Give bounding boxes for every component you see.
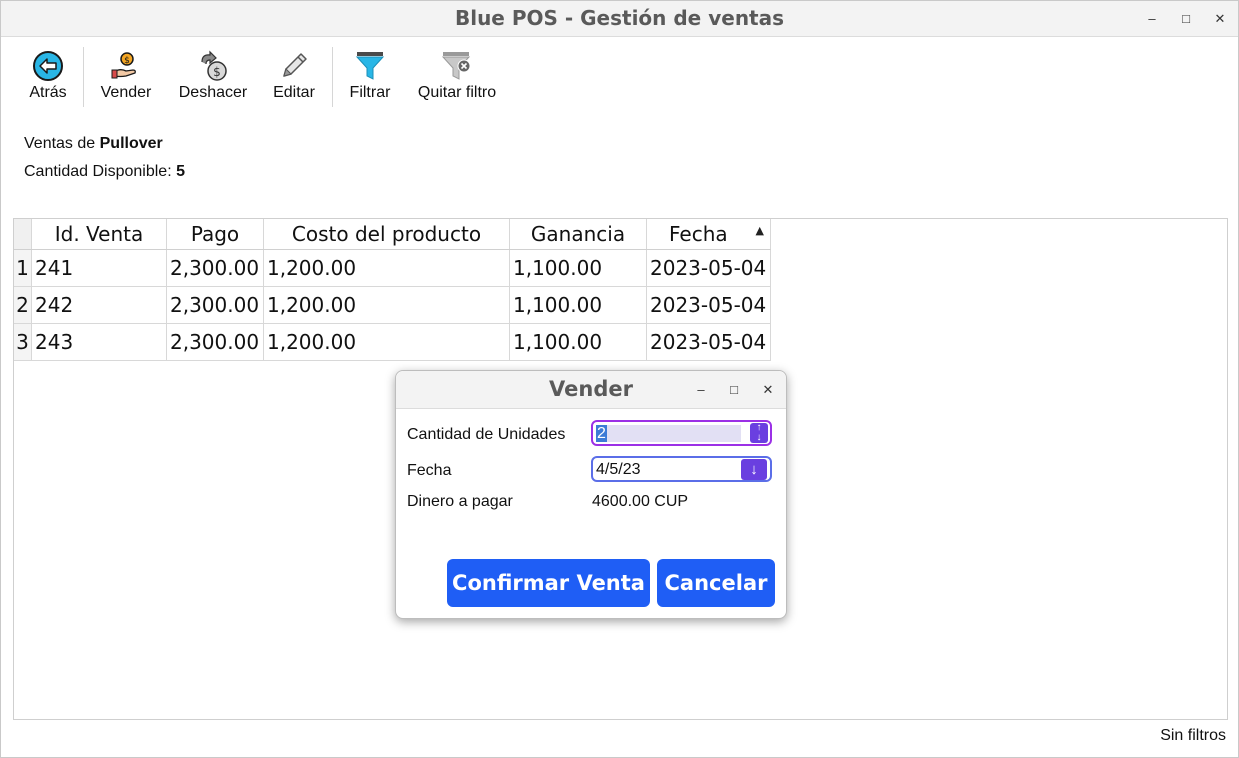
toolbar-separator [83, 47, 84, 107]
edit-button[interactable]: Editar [269, 49, 319, 102]
available-line: Cantidad Disponible: 5 [24, 163, 185, 181]
back-button[interactable]: Atrás [23, 49, 73, 102]
row-number[interactable]: 3 [14, 323, 32, 361]
column-header-cost[interactable]: Costo del producto [263, 219, 510, 250]
table-row[interactable]: 1 241 2,300.00 1,200.00 1,100.00 2023-05… [14, 249, 771, 287]
sell-button[interactable]: $ Vender [96, 49, 156, 102]
confirm-sale-button[interactable]: Confirmar Venta [447, 559, 650, 607]
available-label: Cantidad Disponible: [24, 163, 177, 180]
sort-ascending-icon: ▲ [755, 224, 764, 237]
clear-filter-label: Quitar filtro [417, 84, 497, 101]
column-header-payment[interactable]: Pago [166, 219, 264, 250]
cell-profit[interactable]: 1,100.00 [509, 249, 647, 287]
filter-button[interactable]: Filtrar [345, 49, 395, 102]
amount-due-value: 4600.00 CUP [592, 493, 689, 510]
cancel-button[interactable]: Cancelar [657, 559, 775, 607]
units-label: Cantidad de Unidades [407, 426, 566, 443]
units-spinbox[interactable]: 2 ↑ ↓ [591, 420, 772, 446]
table-corner[interactable] [14, 219, 32, 250]
row-number[interactable]: 2 [14, 286, 32, 324]
dialog-close-button[interactable]: ✕ [758, 380, 778, 400]
minimize-button[interactable]: – [1142, 9, 1162, 29]
cell-date[interactable]: 2023-05-04 [646, 323, 771, 361]
funnel-clear-icon [412, 49, 502, 83]
date-dropdown-arrow-icon[interactable]: ↓ [741, 459, 767, 480]
sell-dialog: Vender – □ ✕ Cantidad de Unidades 2 ↑ ↓ F… [395, 370, 787, 619]
cell-date[interactable]: 2023-05-04 [646, 249, 771, 287]
column-header-date[interactable]: Fecha ▲ [646, 219, 771, 250]
spin-arrows-icon[interactable]: ↑ ↓ [750, 423, 768, 443]
table-row[interactable]: 3 243 2,300.00 1,200.00 1,100.00 2023-05… [14, 323, 771, 361]
units-field-background [596, 425, 741, 442]
units-value[interactable]: 2 [596, 425, 607, 442]
cell-payment[interactable]: 2,300.00 [166, 286, 264, 324]
sales-table: Id. Venta Pago Costo del producto Gananc… [14, 219, 771, 361]
cell-cost[interactable]: 1,200.00 [263, 249, 510, 287]
sales-of-label: Ventas de [24, 135, 100, 152]
sell-hand-coin-icon: $ [96, 49, 156, 83]
date-field[interactable]: 4/5/23 ↓ [591, 456, 772, 482]
edit-label: Editar [273, 84, 315, 101]
sales-of-line: Ventas de Pullover [24, 135, 163, 153]
close-button[interactable]: ✕ [1210, 9, 1230, 29]
pencil-icon [269, 49, 319, 83]
clear-filter-button[interactable]: Quitar filtro [412, 49, 502, 102]
svg-text:$: $ [124, 56, 130, 66]
filter-status: Sin filtros [1160, 727, 1226, 744]
dialog-maximize-button[interactable]: □ [724, 380, 744, 400]
date-value[interactable]: 4/5/23 [596, 461, 640, 479]
title-bar: Blue POS - Gestión de ventas – □ ✕ [1, 1, 1238, 37]
cell-date[interactable]: 2023-05-04 [646, 286, 771, 324]
row-number[interactable]: 1 [14, 249, 32, 287]
cell-cost[interactable]: 1,200.00 [263, 286, 510, 324]
cell-id[interactable]: 241 [31, 249, 167, 287]
table-row[interactable]: 2 242 2,300.00 1,200.00 1,100.00 2023-05… [14, 286, 771, 324]
funnel-icon [345, 49, 395, 83]
svg-text:$: $ [213, 65, 221, 79]
cell-profit[interactable]: 1,100.00 [509, 286, 647, 324]
back-arrow-icon [23, 49, 73, 83]
product-name: Pullover [99, 135, 163, 152]
cell-id[interactable]: 243 [31, 323, 167, 361]
cell-payment[interactable]: 2,300.00 [166, 323, 264, 361]
units-value-wrap: 2 [596, 425, 607, 443]
dialog-minimize-button[interactable]: – [691, 380, 711, 400]
amount-due-label: Dinero a pagar [407, 493, 513, 510]
cell-payment[interactable]: 2,300.00 [166, 249, 264, 287]
back-label: Atrás [29, 84, 67, 101]
sell-label: Vender [100, 84, 152, 101]
toolbar: Atrás $ Vender $ Deshacer Editar Filtrar… [1, 37, 1238, 109]
filter-label: Filtrar [349, 84, 391, 101]
undo-label: Deshacer [178, 84, 248, 101]
cell-id[interactable]: 242 [31, 286, 167, 324]
column-header-profit[interactable]: Ganancia [509, 219, 647, 250]
available-quantity: 5 [176, 163, 185, 180]
cell-cost[interactable]: 1,200.00 [263, 323, 510, 361]
undo-coin-icon: $ [173, 49, 253, 83]
column-header-id[interactable]: Id. Venta [31, 219, 167, 250]
date-label: Fecha [407, 462, 452, 479]
dialog-title-bar: Vender – □ ✕ [396, 371, 786, 409]
column-header-date-label: Fecha [669, 222, 728, 246]
window-title: Blue POS - Gestión de ventas [454, 6, 785, 30]
maximize-button[interactable]: □ [1176, 9, 1196, 29]
undo-button[interactable]: $ Deshacer [173, 49, 253, 102]
cell-profit[interactable]: 1,100.00 [509, 323, 647, 361]
toolbar-separator [332, 47, 333, 107]
